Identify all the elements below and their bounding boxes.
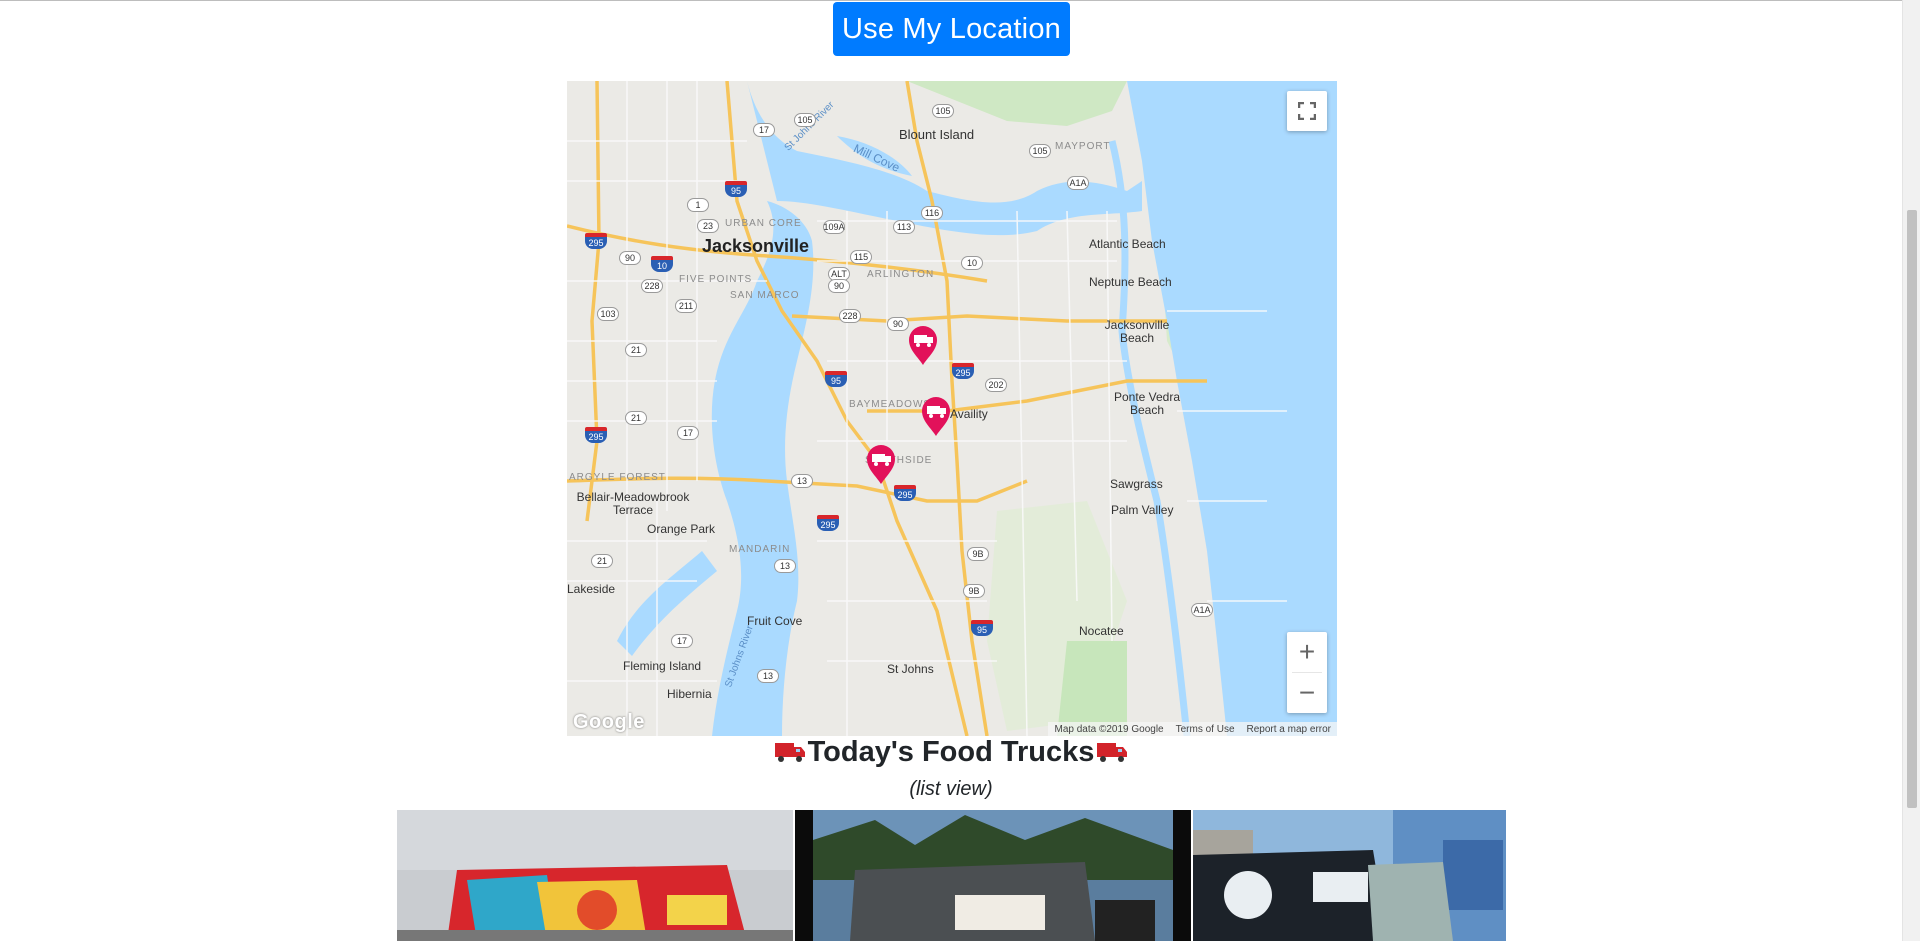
food-truck-photo-3[interactable]: [1193, 810, 1506, 941]
section-title: Today's Food Trucks: [807, 736, 1095, 768]
route-shield: 21: [625, 343, 647, 357]
report-map-error-link[interactable]: Report a map error: [1247, 724, 1331, 735]
truck-image: [1193, 810, 1506, 941]
map-label-jacksonville-beach: Jacksonville Beach: [1104, 318, 1170, 345]
map-label-ponte-vedra-beach: Ponte Vedra Beach: [1113, 390, 1181, 417]
zoom-control: + −: [1287, 632, 1327, 713]
map-label-sawgrass: Sawgrass: [1110, 477, 1163, 491]
food-truck-marker[interactable]: [864, 443, 898, 485]
route-shield: 113: [893, 220, 915, 234]
fullscreen-icon: [1298, 102, 1316, 120]
route-shield: 90: [619, 251, 641, 265]
section-heading: Today's Food Trucks: [0, 736, 1902, 769]
route-shield: 115: [850, 250, 872, 264]
interstate-shield: 10: [651, 256, 673, 272]
route-shield: 211: [675, 299, 697, 313]
route-shield: 228: [641, 279, 663, 293]
interstate-shield: 95: [825, 371, 847, 387]
route-shield: 13: [774, 559, 796, 573]
route-shield: 17: [753, 123, 775, 137]
route-shield: 13: [757, 669, 779, 683]
zoom-out-button[interactable]: −: [1287, 673, 1327, 713]
terms-of-use-link[interactable]: Terms of Use: [1176, 724, 1235, 735]
map-label-bellair-meadowbrook: Bellair-Meadowbrook Terrace: [576, 490, 690, 517]
route-shield: 116: [921, 206, 943, 220]
interstate-shield: 295: [585, 233, 607, 249]
route-shield: 17: [671, 634, 693, 648]
food-truck-marker[interactable]: [919, 395, 953, 437]
interstate-shield: 295: [585, 427, 607, 443]
interstate-shield: 295: [952, 363, 974, 379]
map-label-arlington: ARLINGTON: [867, 269, 935, 280]
truck-image: [397, 810, 793, 941]
interstate-shield: 95: [971, 620, 993, 636]
food-truck-photos: [397, 810, 1506, 941]
route-shield: 1: [687, 198, 709, 212]
map-label-palm-valley: Palm Valley: [1111, 503, 1174, 517]
map-label-fleming-island: Fleming Island: [623, 659, 702, 673]
delivery-truck-icon: [774, 743, 805, 762]
map-label-mayport: MAYPORT: [1055, 141, 1111, 152]
fullscreen-button[interactable]: [1287, 91, 1327, 131]
map-label-five-points: FIVE POINTS: [679, 274, 753, 285]
route-shield: 105: [794, 113, 816, 127]
route-shield: 103: [597, 307, 619, 321]
route-shield: 9B: [963, 584, 985, 598]
food-truck-photo-2[interactable]: [795, 810, 1191, 941]
map-label-blount-island: Blount Island: [899, 127, 975, 142]
map-label-availity: Availity: [950, 407, 988, 421]
map-label-fruit-cove: Fruit Cove: [747, 614, 803, 628]
interstate-shield: 295: [894, 485, 916, 501]
route-shield: 9B: [967, 547, 989, 561]
route-shield: 21: [625, 411, 647, 425]
route-shield: 13: [791, 474, 813, 488]
map-label-argyle-forest: ARGYLE FOREST: [569, 472, 666, 483]
interstate-shield: 95: [725, 181, 747, 197]
route-shield: 21: [591, 554, 613, 568]
route-shield: 202: [985, 378, 1007, 392]
map-attribution: Map data ©2019 Google Terms of Use Repor…: [1048, 722, 1337, 736]
route-shield: 228: [839, 309, 861, 323]
route-shield: 10: [961, 256, 983, 270]
food-truck-marker[interactable]: [906, 324, 940, 366]
page-scrollbar[interactable]: [1902, 0, 1920, 941]
route-shield: 109A: [823, 220, 845, 234]
map-label-mandarin: MANDARIN: [729, 544, 791, 555]
interstate-shield: 295: [817, 515, 839, 531]
truck-image: [795, 810, 1191, 941]
map-label-san-marco: SAN MARCO: [730, 290, 800, 301]
map-label-jacksonville: Jacksonville: [702, 236, 810, 256]
map-label-orange-park: Orange Park: [647, 522, 716, 536]
map-label-urban-core: URBAN CORE: [725, 218, 802, 229]
route-shield: A1A: [1191, 603, 1213, 617]
map-label-st-johns: St Johns: [887, 662, 934, 676]
map-label-nocatee: Nocatee: [1079, 624, 1124, 638]
list-view-subtitle: (list view): [909, 778, 993, 800]
map-data-credit: Map data ©2019 Google: [1054, 723, 1164, 735]
google-logo[interactable]: Google: [573, 711, 645, 734]
route-shield: 17: [677, 426, 699, 440]
route-shield: A1A: [1067, 176, 1089, 190]
zoom-in-button[interactable]: +: [1287, 632, 1327, 672]
map-label-atlantic-beach: Atlantic Beach: [1089, 237, 1166, 251]
scrollbar-thumb[interactable]: [1907, 210, 1917, 808]
map-label-lakeside: Lakeside: [567, 582, 616, 596]
route-shield: 90: [828, 279, 850, 293]
delivery-truck-icon: [1097, 743, 1128, 762]
use-my-location-button[interactable]: Use My Location: [833, 2, 1070, 56]
route-shield: 23: [697, 219, 719, 233]
top-border: [0, 0, 1902, 1]
map-label-neptune-beach: Neptune Beach: [1089, 275, 1172, 289]
map-label-hibernia: Hibernia: [667, 687, 712, 701]
route-shield: 105: [1029, 144, 1051, 158]
food-truck-photo-1[interactable]: [397, 810, 793, 941]
food-truck-map[interactable]: Jacksonville Blount Island Mill Cove St …: [567, 81, 1337, 736]
route-shield: 105: [932, 104, 954, 118]
